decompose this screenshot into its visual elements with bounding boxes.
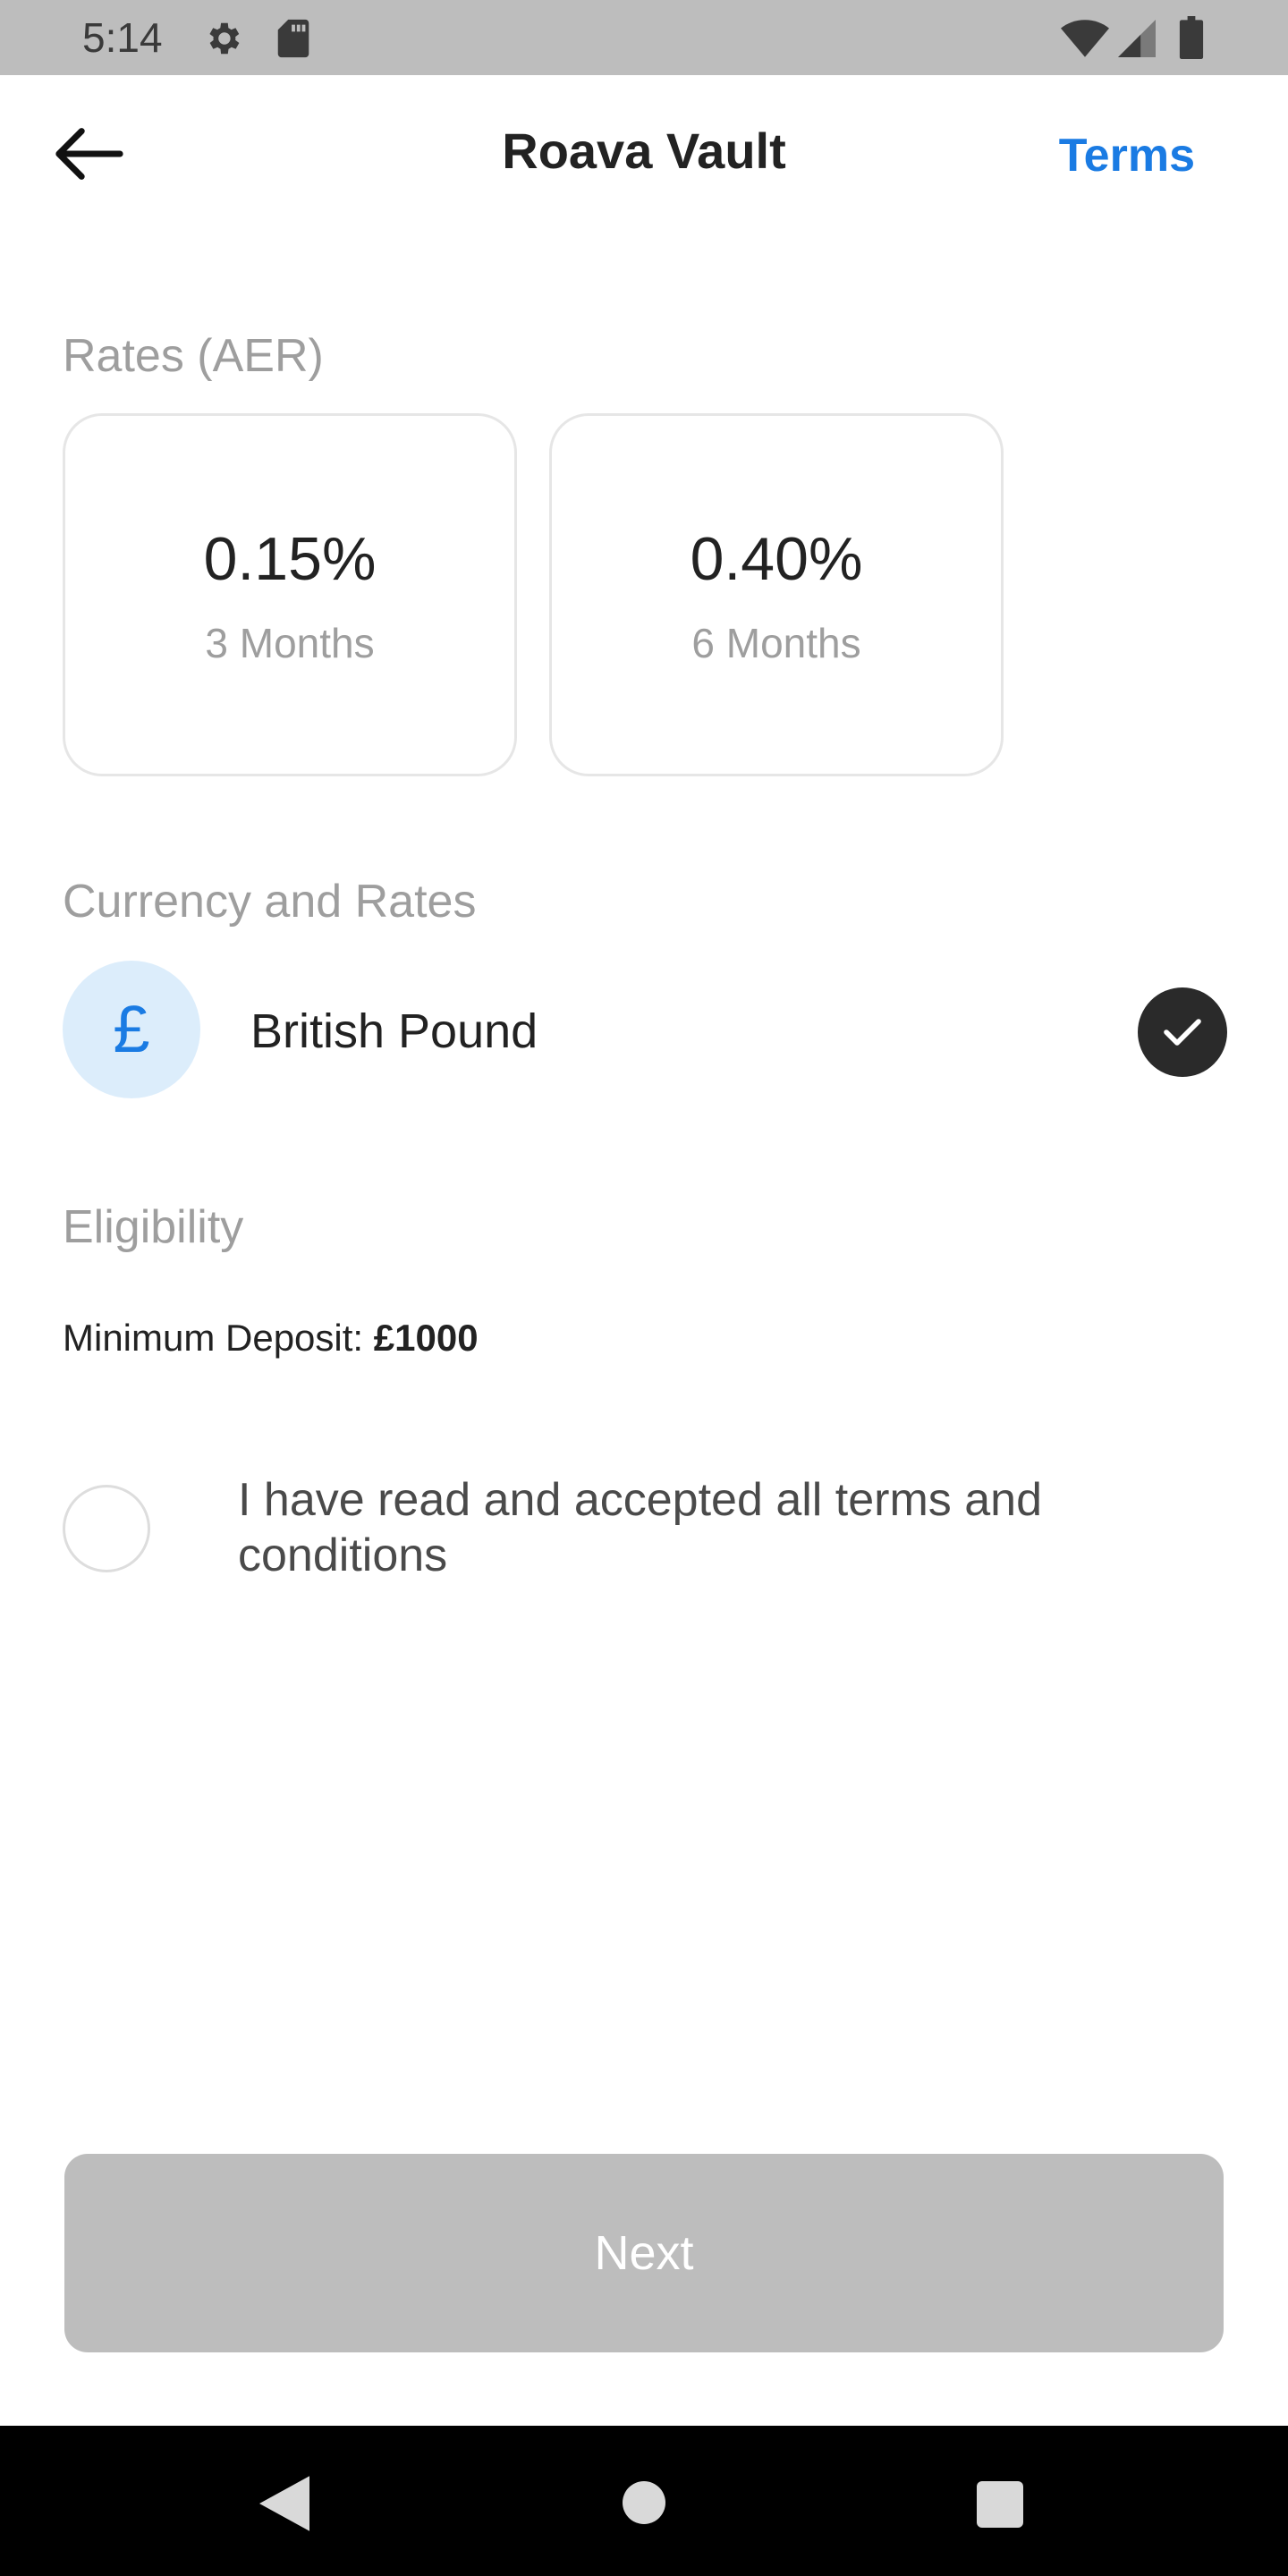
gear-icon [209, 22, 240, 55]
selected-check-icon [1138, 987, 1227, 1077]
currency-option-gbp[interactable]: £ British Pound [63, 961, 1227, 1100]
min-deposit-value: £1000 [373, 1317, 479, 1359]
wifi-icon [1061, 20, 1109, 57]
nav-recents-icon[interactable] [977, 2481, 1023, 2528]
status-time: 5:14 [82, 14, 163, 61]
rates-section-label: Rates (AER) [63, 330, 324, 382]
rate-card-3-months[interactable]: 0.15% 3 Months [63, 413, 517, 776]
system-nav-bar [0, 2426, 1288, 2576]
rate-term: 3 Months [205, 620, 375, 666]
terms-checkbox[interactable] [63, 1485, 150, 1572]
sd-card-icon [277, 19, 309, 58]
terms-link[interactable]: Terms [1059, 127, 1195, 184]
battery-icon [1179, 16, 1204, 59]
rate-value: 0.40% [690, 525, 863, 593]
rate-value: 0.15% [203, 525, 377, 593]
terms-acceptance-text: I have read and accepted all terms and c… [238, 1474, 1043, 1581]
rate-term: 6 Months [691, 620, 861, 666]
currency-name: British Pound [250, 1004, 538, 1058]
eligibility-section-label: Eligibility [63, 1201, 244, 1253]
app-header: Roava Vault Terms [0, 75, 1288, 229]
nav-back-icon[interactable] [259, 2476, 309, 2531]
status-bar: 5:14 [0, 0, 1288, 75]
min-deposit-label: Minimum Deposit: [63, 1317, 364, 1359]
minimum-deposit: Minimum Deposit: £1000 [63, 1313, 479, 1363]
pound-icon: £ [63, 961, 200, 1098]
signal-icon [1118, 20, 1156, 57]
next-button[interactable]: Next [64, 2154, 1224, 2352]
currency-section-label: Currency and Rates [63, 876, 477, 928]
nav-home-icon[interactable] [623, 2481, 665, 2524]
rate-card-6-months[interactable]: 0.40% 6 Months [549, 413, 1004, 776]
